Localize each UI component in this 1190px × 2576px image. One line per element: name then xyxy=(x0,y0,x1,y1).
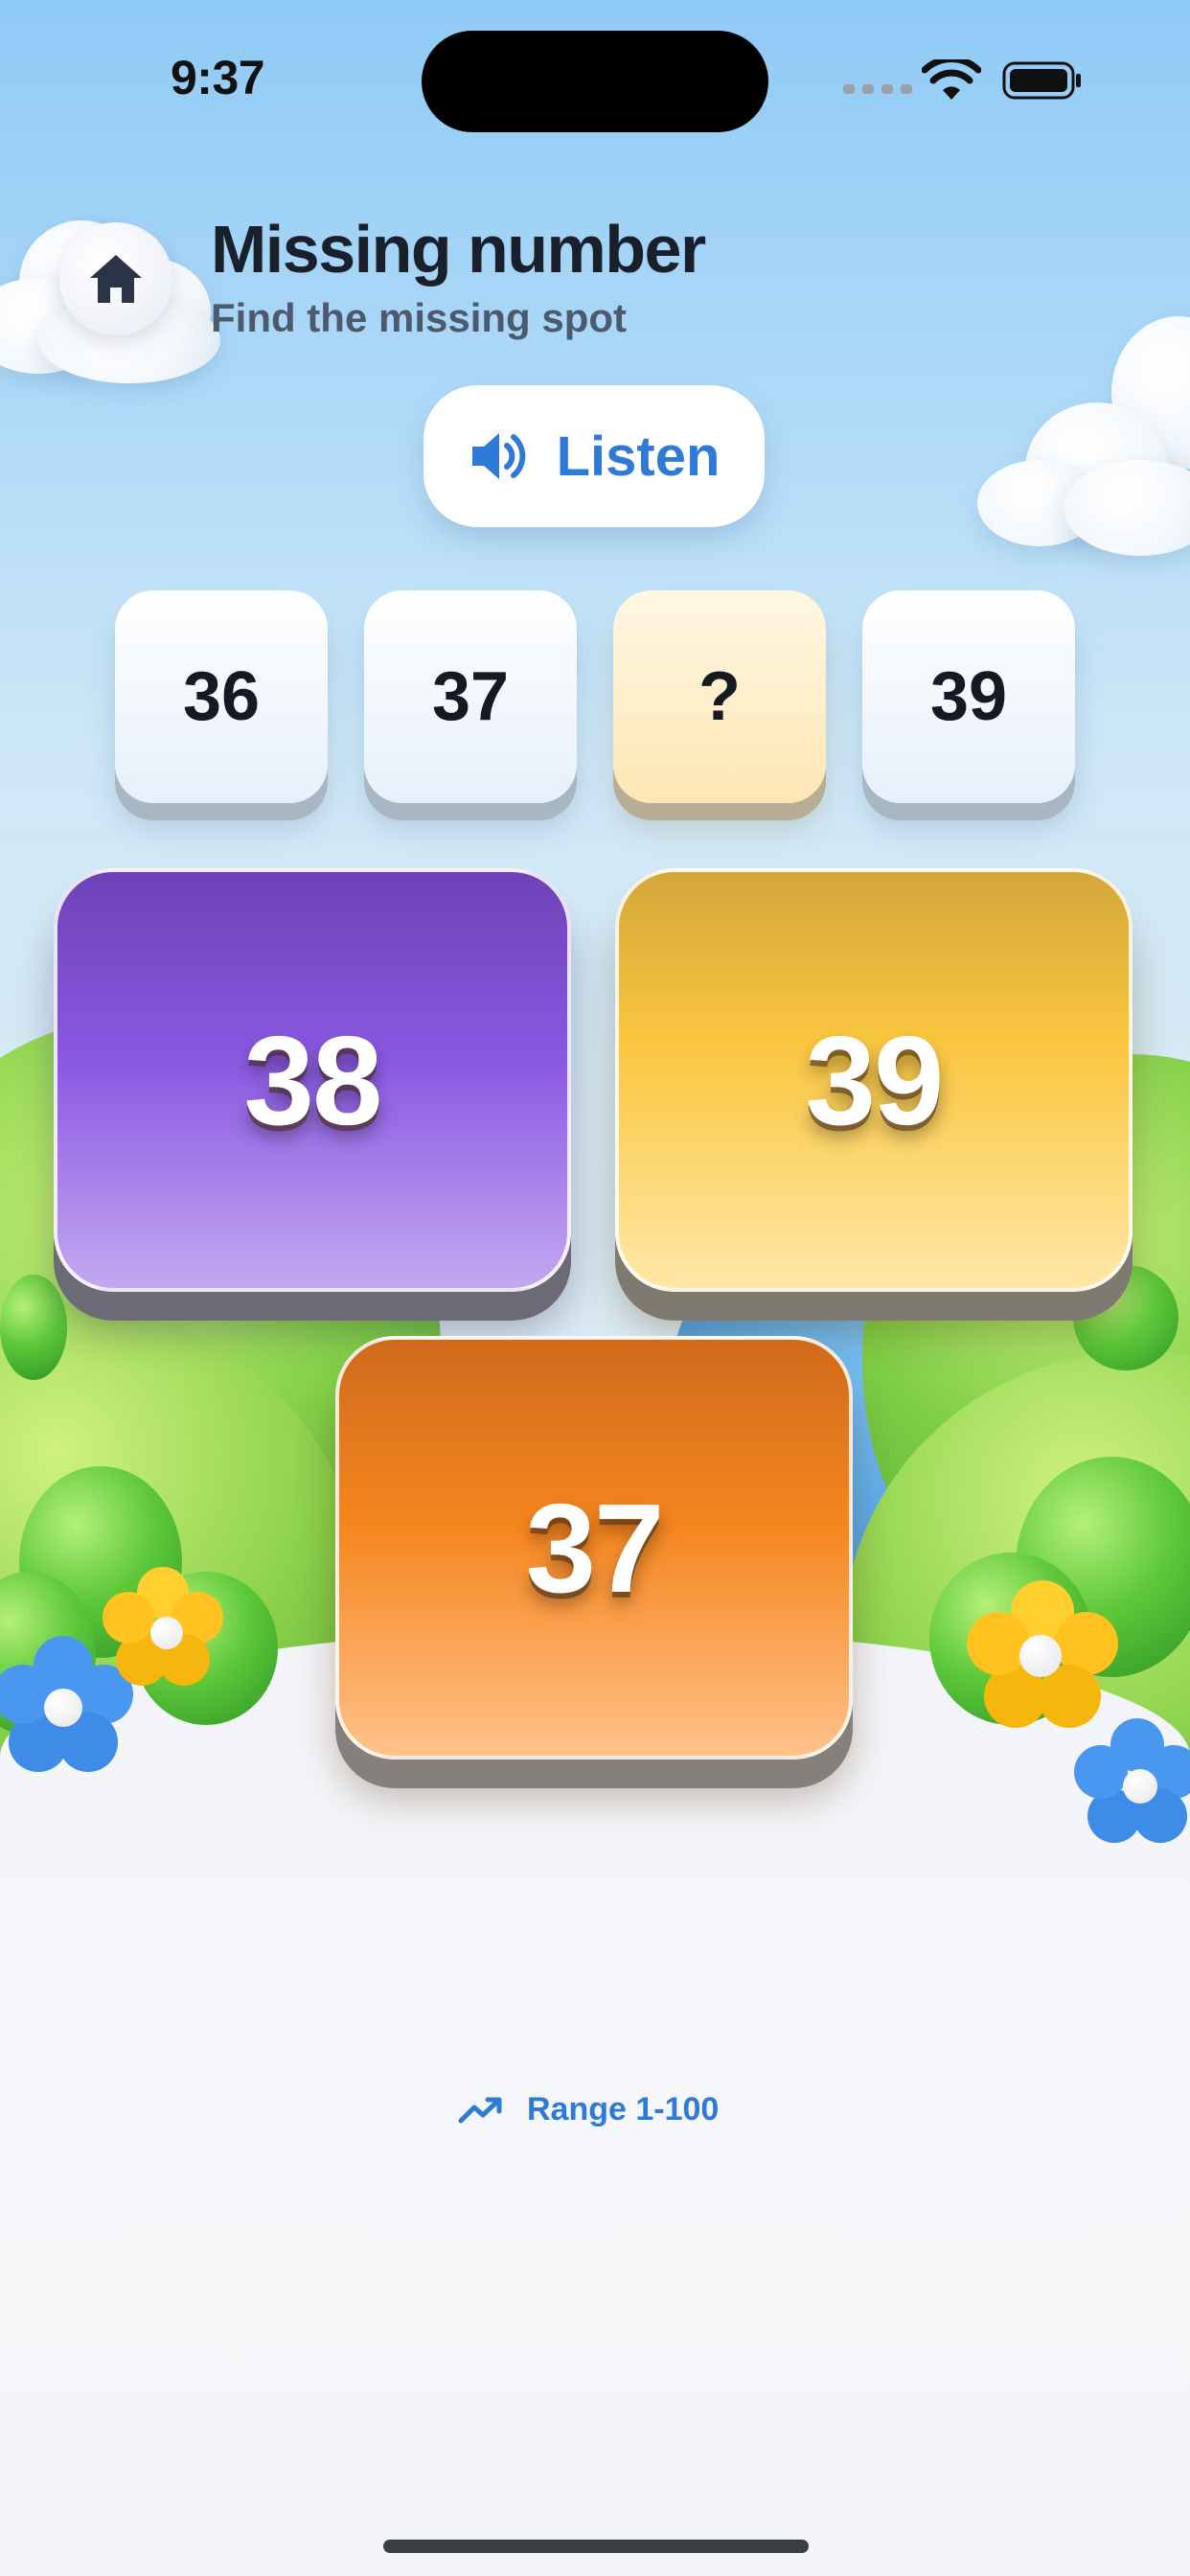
bush-left-2 xyxy=(134,1572,278,1725)
cloud-right xyxy=(977,316,1190,556)
dynamic-island xyxy=(422,31,768,132)
bush-right-1 xyxy=(1016,1457,1190,1677)
bush-left-small xyxy=(0,1275,67,1380)
hill-front-right xyxy=(843,1351,1190,1926)
home-icon xyxy=(90,255,142,303)
sequence-tile: 37 xyxy=(364,590,577,803)
sequence-tile: 36 xyxy=(115,590,328,803)
speaker-icon xyxy=(471,433,525,479)
listen-label: Listen xyxy=(556,425,721,488)
home-indicator[interactable] xyxy=(383,2540,809,2553)
trending-up-icon xyxy=(458,2097,502,2123)
home-button[interactable] xyxy=(59,222,172,335)
sequence-tile-missing: ? xyxy=(613,590,826,803)
answer-value: 39 xyxy=(805,1009,945,1151)
status-time: 9:37 xyxy=(171,51,265,104)
battery-icon xyxy=(1002,61,1081,100)
answer-card-2[interactable]: 39 xyxy=(615,868,1133,1292)
wifi-icon xyxy=(922,59,981,100)
answer-card-3[interactable]: 37 xyxy=(335,1336,853,1760)
answer-value: 38 xyxy=(243,1009,383,1151)
bush-left-3 xyxy=(0,1572,96,1735)
page-title: Missing number xyxy=(211,212,706,287)
bush-left-1 xyxy=(19,1466,182,1658)
bush-right-2 xyxy=(929,1552,1092,1725)
range-indicator: Range 1-100 xyxy=(458,2091,719,2128)
answer-value: 37 xyxy=(525,1477,665,1619)
sequence-tile: 39 xyxy=(862,590,1075,803)
range-label: Range 1-100 xyxy=(527,2091,720,2128)
hill-front-left xyxy=(0,1303,364,1898)
signal-dots-icon xyxy=(843,84,912,94)
page-subtitle: Find the missing spot xyxy=(211,295,628,340)
answer-card-1[interactable]: 38 xyxy=(54,868,571,1292)
listen-button[interactable]: Listen xyxy=(423,385,765,527)
